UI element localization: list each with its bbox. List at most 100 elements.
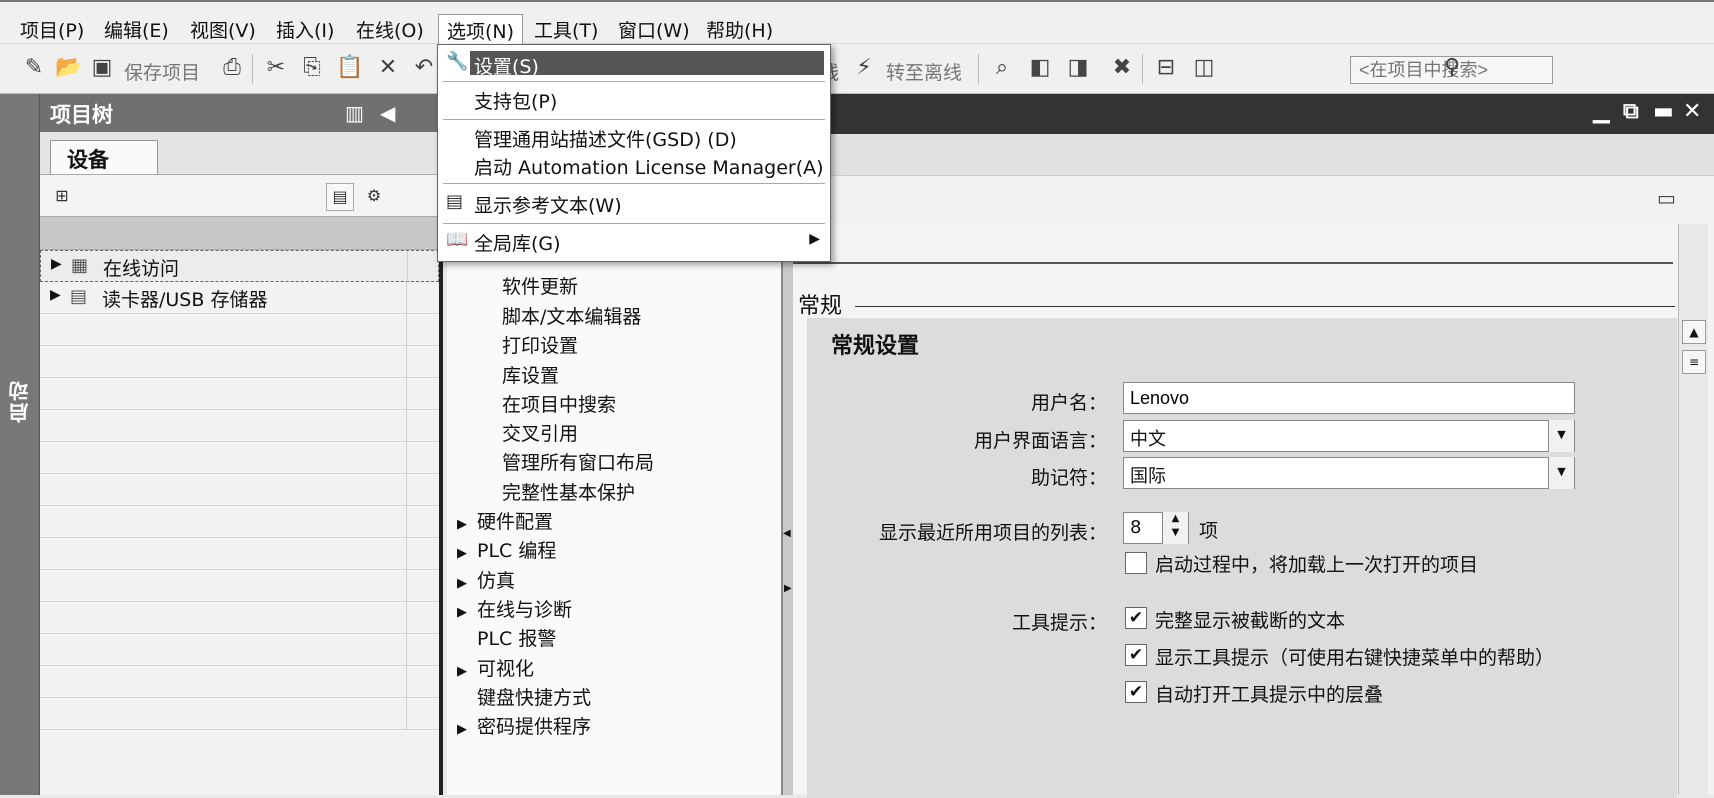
nav-item-library-settings[interactable]: 库设置 [502, 361, 559, 388]
split-horizontal-icon[interactable]: ⊟ [1152, 54, 1180, 82]
minimize-icon[interactable]: ▁ [1593, 99, 1610, 124]
tree-column-header [40, 216, 439, 250]
portal-view-strip[interactable]: 启动 [0, 94, 40, 795]
auto-open-cascade-checkbox[interactable]: ✔ [1125, 681, 1147, 703]
ui-language-select[interactable]: 中文 ▼ [1123, 420, 1575, 452]
print-icon[interactable]: ⎙ [218, 54, 246, 82]
mnemonic-select[interactable]: 国际 ▼ [1123, 457, 1575, 489]
tree-item-card-reader[interactable]: ▶ ▤ 读卡器/USB 存储器 [40, 282, 439, 314]
nav-item-password-provider[interactable]: ▶ 密码提供程序 [457, 712, 591, 739]
cross-reference-icon[interactable]: ✖ [1108, 54, 1136, 82]
chevron-right-icon[interactable]: ▶ [784, 583, 792, 594]
accessible-devices-icon[interactable]: ⌕ [988, 54, 1016, 82]
portal-view-label: 启动 [8, 379, 32, 423]
menu-item-license-manager[interactable]: 启动 Automation License Manager(A) [438, 151, 830, 181]
paste-icon[interactable]: 📋 [336, 54, 364, 82]
menu-item-reference-text[interactable]: ▤ 显示参考文本(W) [438, 189, 830, 219]
menu-help[interactable]: 帮助(H) [706, 16, 773, 43]
nav-item-cross-reference[interactable]: 交叉引用 [502, 419, 578, 446]
cut-icon[interactable]: ✂ [262, 54, 290, 82]
nav-item-visualization[interactable]: ▶ 可视化 [457, 654, 534, 681]
copy-icon[interactable]: ⎘ [298, 54, 326, 82]
menu-item-manage-gsd[interactable]: 管理通用站描述文件(GSD) (D) [438, 123, 830, 153]
nav-item-integrity-protection[interactable]: 完整性基本保护 [502, 478, 635, 505]
group-title: 常规设置 [831, 334, 920, 359]
auto-open-cascade-label: 自动打开工具提示中的层叠 [1155, 684, 1384, 706]
nav-item-print-settings[interactable]: 打印设置 [502, 331, 578, 358]
expand-arrow-icon[interactable]: ▶ [457, 722, 477, 737]
float-icon[interactable]: ⧉ [1623, 99, 1639, 124]
scroll-up-icon[interactable]: ▲ [1682, 320, 1706, 344]
expand-arrow-icon[interactable]: ▶ [457, 605, 477, 620]
chevron-left-icon[interactable]: ◀ [783, 528, 791, 539]
load-last-project-checkbox[interactable] [1125, 552, 1147, 574]
binoculars-icon[interactable]: ⚲ [1438, 54, 1466, 82]
show-truncated-text-checkbox[interactable]: ✔ [1125, 607, 1147, 629]
go-offline-button[interactable]: 转至离线 [886, 58, 962, 85]
show-tooltips-checkbox[interactable]: ✔ [1125, 644, 1147, 666]
open-project-icon[interactable]: 📂 [55, 54, 83, 82]
expand-arrow-icon[interactable]: ▶ [457, 664, 477, 679]
nav-splitter[interactable]: ◀ ▶ [783, 226, 793, 795]
section-title-general: 常规 [798, 294, 843, 319]
nav-item-project-search[interactable]: 在项目中搜索 [502, 390, 616, 417]
recent-projects-stepper[interactable]: 8 ▲ ▼ [1123, 512, 1189, 544]
compare-offline-icon[interactable]: ◨ [1064, 54, 1092, 82]
menu-view[interactable]: 视图(V) [190, 16, 256, 43]
username-field[interactable] [1123, 382, 1575, 414]
tree-settings-icon[interactable]: ⚙ [360, 183, 388, 211]
menu-edit[interactable]: 编辑(E) [104, 16, 169, 43]
nav-item-online-diagnostics[interactable]: ▶ 在线与诊断 [457, 595, 572, 622]
project-tree-header: 项目树 ▥ ◀ [40, 94, 439, 132]
expand-arrow-icon[interactable]: ▶ [457, 546, 477, 561]
maximize-icon[interactable]: ▬ [1653, 99, 1674, 124]
chevron-down-icon[interactable]: ▼ [1548, 420, 1574, 452]
menu-item-settings[interactable]: 🔧 设置(S) [438, 49, 830, 79]
overview-icon[interactable]: ▤ [326, 183, 354, 211]
menu-tools[interactable]: 工具(T) [534, 16, 598, 43]
collapse-panel-icon[interactable]: ▥ [345, 101, 364, 125]
task-card-icon[interactable]: ▭ [1657, 186, 1676, 210]
spinner-arrows-icon[interactable]: ▲ ▼ [1162, 512, 1188, 544]
chevron-left-icon[interactable]: ◀ [380, 101, 395, 125]
toolbar-separator [252, 54, 253, 84]
tree-empty-row [40, 410, 439, 442]
nav-item-plc-alarms[interactable]: PLC 报警 [477, 624, 556, 651]
menu-project[interactable]: 项目(P) [20, 16, 84, 43]
vertical-scrollbar[interactable]: ▲ ≡ [1678, 224, 1708, 795]
go-offline-icon[interactable]: ⚡ [850, 54, 878, 82]
save-project-button[interactable]: 保存项目 [124, 58, 200, 85]
menu-item-global-libraries[interactable]: 📖 全局库(G) ▶ [438, 227, 830, 257]
nav-item-script-editor[interactable]: 脚本/文本编辑器 [502, 302, 641, 329]
expand-arrow-icon[interactable]: ▶ [457, 576, 477, 591]
split-vertical-icon[interactable]: ◫ [1190, 54, 1218, 82]
expand-arrow-icon[interactable]: ▶ [457, 517, 477, 532]
tree-empty-row [40, 474, 439, 506]
add-device-icon[interactable]: ⊞ [48, 183, 76, 211]
tree-item-online-access[interactable]: ▶ ▦ 在线访问 [40, 250, 439, 283]
new-project-icon[interactable]: ✎ [20, 54, 48, 82]
compare-icon[interactable]: ◧ [1026, 54, 1054, 82]
menu-online[interactable]: 在线(O) [356, 16, 424, 43]
nav-item-hardware-config[interactable]: ▶ 硬件配置 [457, 507, 553, 534]
tree-empty-row [40, 698, 439, 730]
chevron-down-icon[interactable]: ▼ [1548, 457, 1574, 489]
expand-arrow-icon[interactable]: ▶ [51, 256, 62, 272]
menu-insert[interactable]: 插入(I) [276, 16, 334, 43]
nav-item-plc-programming[interactable]: ▶ PLC 编程 [457, 536, 556, 563]
tree-empty-row [40, 506, 439, 538]
menu-window[interactable]: 窗口(W) [618, 16, 690, 43]
nav-item-simulation[interactable]: ▶ 仿真 [457, 566, 515, 593]
menu-item-support-packages[interactable]: 支持包(P) [438, 85, 830, 117]
scroll-thumb[interactable]: ≡ [1682, 350, 1706, 374]
nav-item-software-update[interactable]: 软件更新 [502, 272, 578, 299]
expand-arrow-icon[interactable]: ▶ [50, 287, 61, 303]
nav-item-window-layouts[interactable]: 管理所有窗口布局 [502, 448, 654, 475]
delete-icon[interactable]: ✕ [374, 54, 402, 82]
save-icon[interactable]: ▣ [88, 54, 116, 82]
book-icon: 📖 [446, 229, 469, 250]
tab-devices[interactable]: 设备 [50, 140, 158, 174]
nav-item-keyboard-shortcuts[interactable]: 键盘快捷方式 [477, 683, 591, 710]
close-icon[interactable]: ✕ [1683, 99, 1701, 124]
undo-icon[interactable]: ↶ [410, 54, 438, 82]
